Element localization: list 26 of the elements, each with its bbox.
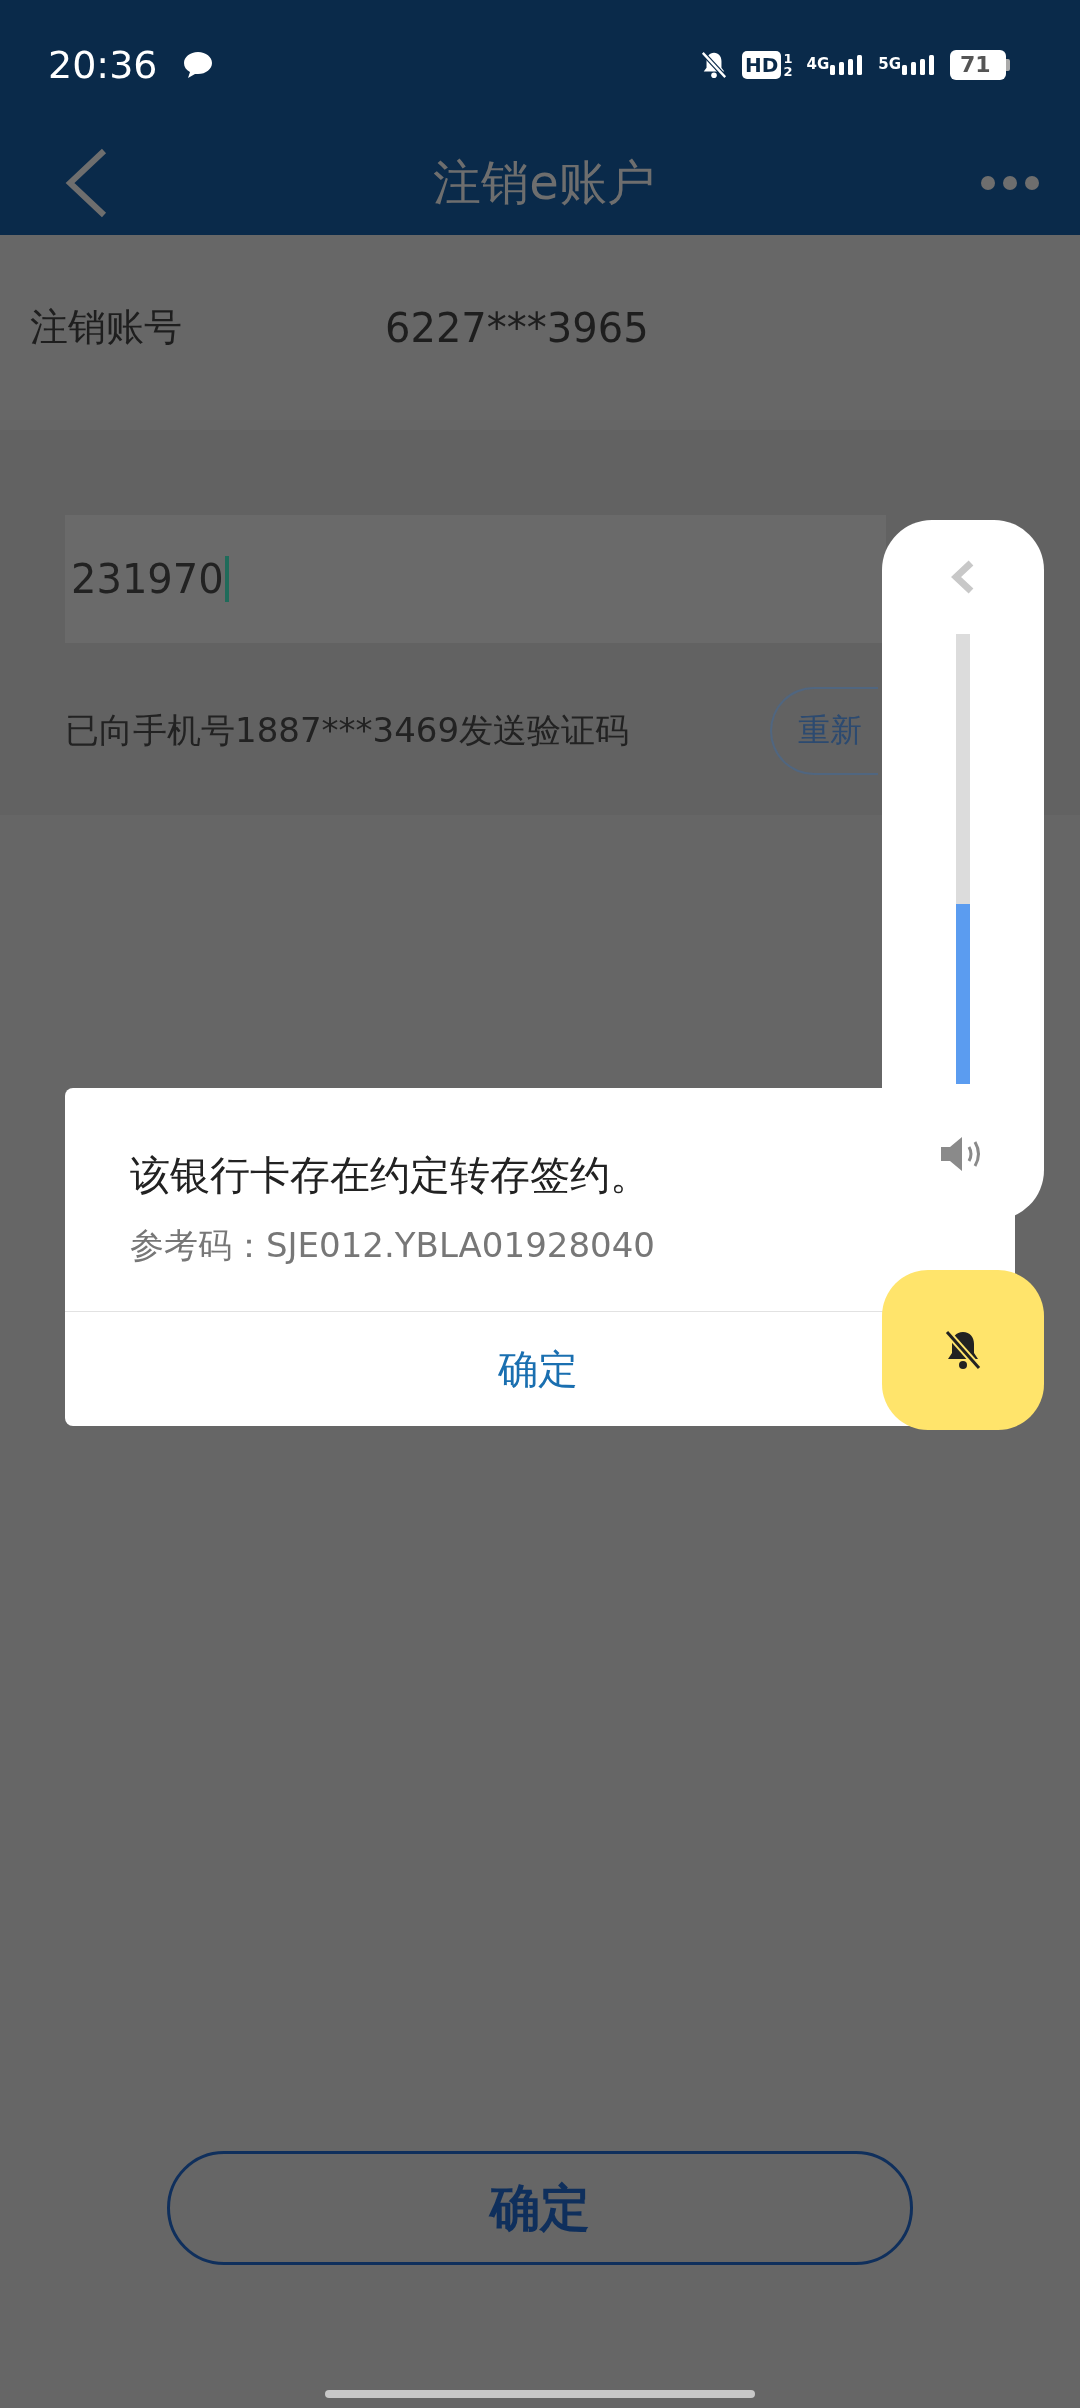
chat-bubble-icon [181, 50, 214, 80]
ringer-button[interactable] [882, 1270, 1044, 1430]
back-icon [64, 146, 108, 219]
sms-hint: 已向手机号1887***3469发送验证码 [65, 709, 630, 752]
chevron-left-icon [951, 560, 975, 594]
volume-slider[interactable] [956, 634, 970, 1084]
hd-badge: HD [742, 51, 782, 79]
page-title: 注销e账户 [432, 152, 656, 212]
dialog-ok-button[interactable]: 确定 [65, 1312, 880, 1426]
confirm-button[interactable]: 确定 [167, 2151, 913, 2265]
more-icon [980, 174, 1040, 191]
network-label: 5G [878, 55, 901, 73]
network-label: 4G [806, 55, 830, 73]
account-number: 6227***3965 [385, 304, 649, 351]
bell-off-icon [943, 1328, 983, 1372]
battery-level: 71 [950, 50, 1006, 80]
code-field[interactable]: 231970 [65, 515, 886, 643]
sim-number: 1 [783, 52, 793, 65]
signal-icon [830, 55, 865, 75]
signal-icon [902, 55, 936, 75]
dialog-message: 该银行卡存在约定转存签约。 [130, 1151, 651, 1200]
account-label: 注销账号 [30, 304, 183, 351]
bell-off-icon [700, 50, 729, 80]
sim-number: 2 [783, 65, 793, 78]
reference-code: 参考码：SJE012.YBLA01928040 [130, 1224, 656, 1267]
clock-time: 20:36 [48, 43, 158, 87]
